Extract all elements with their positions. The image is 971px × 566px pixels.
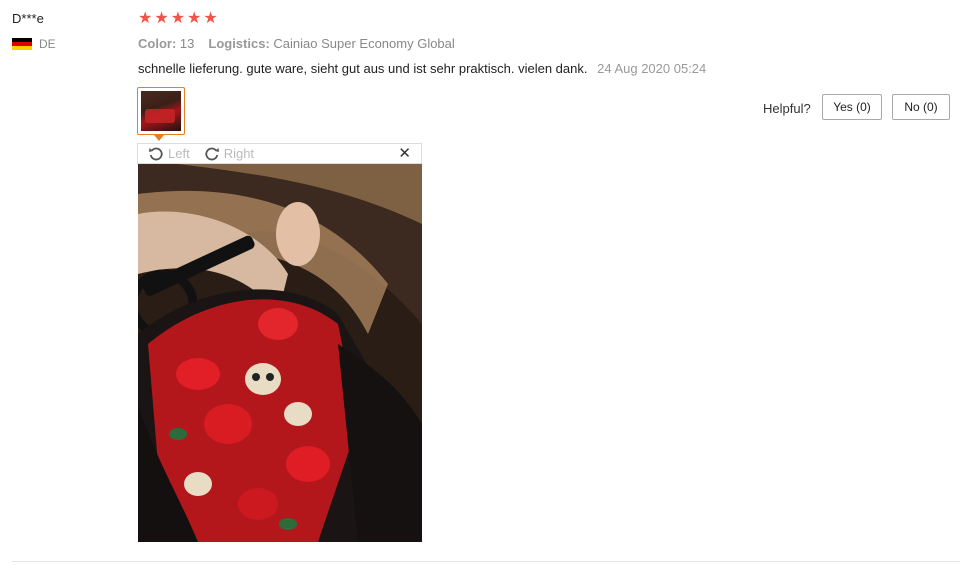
- color-label: Color:: [138, 36, 177, 51]
- color-value: 13: [179, 36, 195, 51]
- review-photo-large: [138, 164, 422, 542]
- rotate-right-label: Right: [223, 146, 255, 161]
- helpful-yes-button[interactable]: Yes (0): [822, 94, 882, 120]
- image-viewer-toolbar: Left Right ✕: [137, 143, 422, 164]
- rotate-left-button[interactable]: Left: [148, 146, 190, 162]
- germany-flag-icon: [12, 38, 32, 50]
- helpful-no-button[interactable]: No (0): [892, 94, 950, 120]
- rotate-right-button[interactable]: Right: [204, 146, 254, 162]
- review-date: 24 Aug 2020 05:24: [597, 61, 707, 76]
- star-icon: ★: [203, 10, 218, 27]
- star-rating: ★ ★ ★ ★ ★: [138, 11, 218, 27]
- review-divider: [12, 561, 960, 562]
- close-icon[interactable]: ✕: [398, 146, 411, 161]
- thumbnail-image: [141, 91, 181, 131]
- rotate-left-label: Left: [168, 146, 190, 161]
- color-attribute: Color: 13: [138, 36, 194, 51]
- selected-thumbnail-indicator: [154, 135, 164, 141]
- star-icon: ★: [138, 10, 153, 27]
- rotate-left-icon: [149, 147, 163, 160]
- review-body: schnelle lieferung. gute ware, sieht gut…: [138, 61, 706, 76]
- logistics-attribute: Logistics: Cainiao Super Economy Global: [208, 36, 454, 51]
- rotate-right-icon: [205, 147, 219, 160]
- reviewer-country: DE: [12, 37, 56, 51]
- star-icon: ★: [154, 10, 169, 27]
- order-attributes: Color: 13 Logistics: Cainiao Super Econo…: [138, 36, 455, 51]
- helpful-label: Helpful?: [763, 101, 811, 116]
- logistics-label: Logistics:: [208, 36, 270, 51]
- country-code: DE: [39, 37, 56, 51]
- logistics-value: Cainiao Super Economy Global: [273, 36, 455, 51]
- review-text: schnelle lieferung. gute ware, sieht gut…: [138, 61, 588, 76]
- review-photo-thumbnail[interactable]: [137, 87, 185, 135]
- reviewer-name: D***e: [12, 11, 44, 26]
- star-icon: ★: [187, 10, 202, 27]
- star-icon: ★: [170, 10, 186, 27]
